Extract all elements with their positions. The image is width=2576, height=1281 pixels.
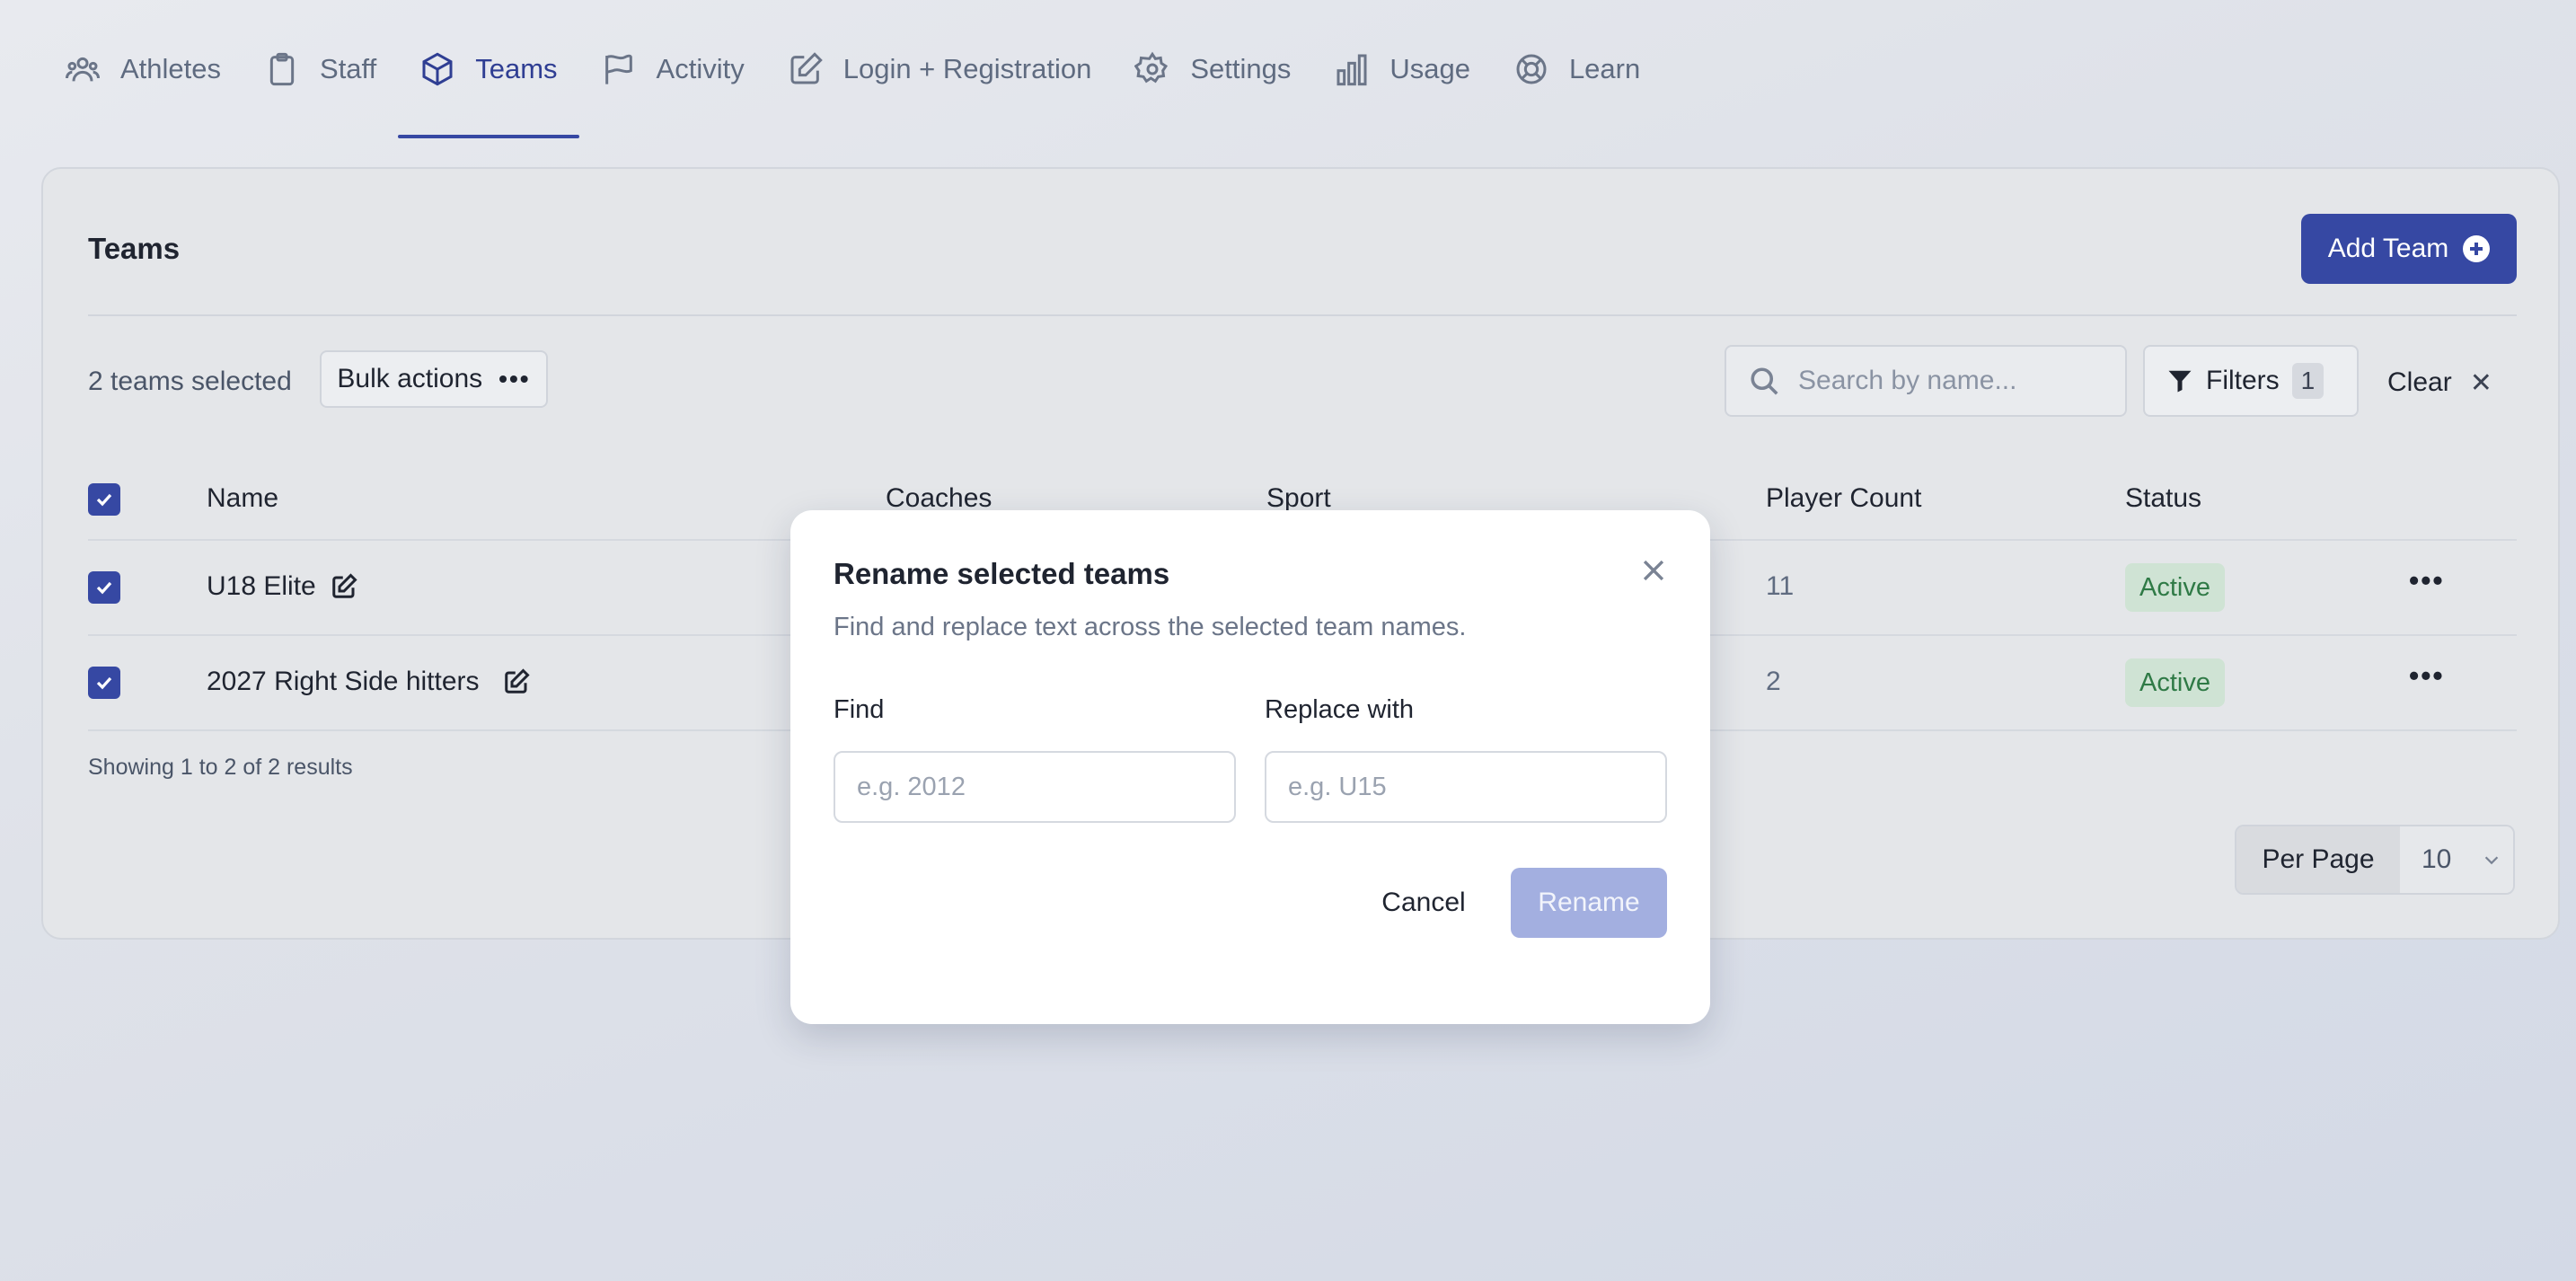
search-input[interactable] (1798, 366, 2104, 396)
check-icon (96, 493, 112, 507)
modal-title: Rename selected teams (834, 557, 1170, 590)
nav-item-label: Staff (320, 53, 377, 84)
replace-label: Replace with (1265, 695, 1415, 724)
close-icon (1643, 560, 1664, 581)
find-input[interactable] (834, 751, 1236, 823)
column-header-name[interactable]: Name (207, 483, 278, 514)
column-header-coaches[interactable]: Coaches (886, 483, 992, 514)
nav-item-label: Login + Registration (842, 53, 1092, 84)
nav-item-label: Teams (475, 53, 558, 84)
row-menu-icon[interactable]: ••• (2409, 659, 2445, 693)
replace-input[interactable] (1265, 751, 1667, 823)
per-page-label: Per Page (2236, 826, 2400, 893)
top-nav: Athletes Staff Teams Activity Login + Re… (43, 0, 1662, 138)
player-count: 11 (1766, 571, 1795, 601)
pencil-square-icon (790, 52, 823, 84)
per-page-control: Per Page 10 (2235, 825, 2515, 895)
nav-item-staff[interactable]: Staff (243, 0, 398, 138)
search-icon (1751, 367, 1778, 395)
add-team-label: Add Team (2327, 234, 2449, 263)
selected-count: 2 teams selected (88, 367, 292, 396)
plus-circle-icon (2463, 235, 2491, 262)
bulk-actions-label: Bulk actions (337, 364, 483, 393)
row-checkbox[interactable] (88, 571, 120, 604)
divider (88, 314, 2517, 316)
team-name[interactable]: 2027 Right Side hitters (207, 667, 480, 697)
nav-item-label: Activity (656, 53, 745, 84)
status-badge: Active (2125, 658, 2225, 707)
lifebuoy-icon (1516, 54, 1547, 84)
funnel-icon (2168, 370, 2192, 393)
edit-icon[interactable] (503, 668, 530, 695)
users-icon (66, 57, 100, 82)
find-label: Find (834, 695, 885, 724)
column-header-player-count[interactable]: Player Count (1766, 483, 1921, 514)
edit-icon[interactable] (331, 573, 357, 600)
nav-item-label: Learn (1568, 53, 1641, 84)
column-header-sport[interactable]: Sport (1266, 483, 1331, 514)
nav-item-teams[interactable]: Teams (398, 0, 579, 138)
add-team-button[interactable]: Add Team (2301, 214, 2517, 284)
clear-filters-button[interactable]: Clear ✕ (2387, 356, 2492, 410)
nav-item-activity[interactable]: Activity (579, 0, 766, 138)
bulk-actions-button[interactable]: Bulk actions ••• (320, 350, 548, 408)
nav-item-learn[interactable]: Learn (1492, 0, 1662, 138)
nav-item-label: Athletes (120, 53, 222, 84)
cancel-button[interactable]: Cancel (1365, 868, 1482, 938)
select-all-checkbox[interactable] (88, 483, 120, 516)
check-icon (96, 581, 112, 595)
rename-button[interactable]: Rename (1511, 868, 1667, 938)
ellipsis-icon: ••• (498, 365, 531, 393)
nav-item-label: Usage (1389, 53, 1470, 84)
rename-modal: Rename selected teams Find and replace t… (790, 510, 1710, 1024)
nav-item-label: Settings (1190, 53, 1292, 84)
search-box (1725, 345, 2127, 417)
modal-close-button[interactable] (1638, 555, 1669, 586)
status-badge: Active (2125, 563, 2225, 612)
bar-chart-icon (1337, 54, 1367, 86)
nav-item-usage[interactable]: Usage (1312, 0, 1492, 138)
clear-label: Clear (2387, 367, 2452, 397)
results-summary: Showing 1 to 2 of 2 results (88, 755, 353, 780)
per-page-value: 10 (2422, 844, 2452, 874)
clipboard-icon (269, 52, 295, 86)
player-count: 2 (1766, 667, 1781, 696)
check-icon (96, 676, 112, 690)
nav-item-settings[interactable]: Settings (1113, 0, 1312, 138)
filters-label: Filters (2206, 366, 2280, 395)
nav-item-athletes[interactable]: Athletes (43, 0, 243, 138)
team-name[interactable]: U18 Elite (207, 571, 316, 602)
filters-count-badge: 1 (2291, 363, 2325, 399)
gear-icon (1134, 51, 1169, 84)
cube-icon (422, 52, 453, 86)
row-checkbox[interactable] (88, 667, 120, 699)
flag-icon (604, 54, 632, 84)
nav-item-login-registration[interactable]: Login + Registration (766, 0, 1114, 138)
filters-button[interactable]: Filters 1 (2143, 345, 2359, 417)
page-title: Teams (88, 232, 181, 265)
row-menu-icon[interactable]: ••• (2409, 564, 2445, 597)
column-header-status[interactable]: Status (2125, 483, 2201, 514)
per-page-select[interactable]: 10 (2400, 826, 2513, 893)
chevron-down-icon (2485, 856, 2499, 865)
close-icon: ✕ (2469, 367, 2492, 398)
modal-description: Find and replace text across the selecte… (834, 613, 1467, 641)
